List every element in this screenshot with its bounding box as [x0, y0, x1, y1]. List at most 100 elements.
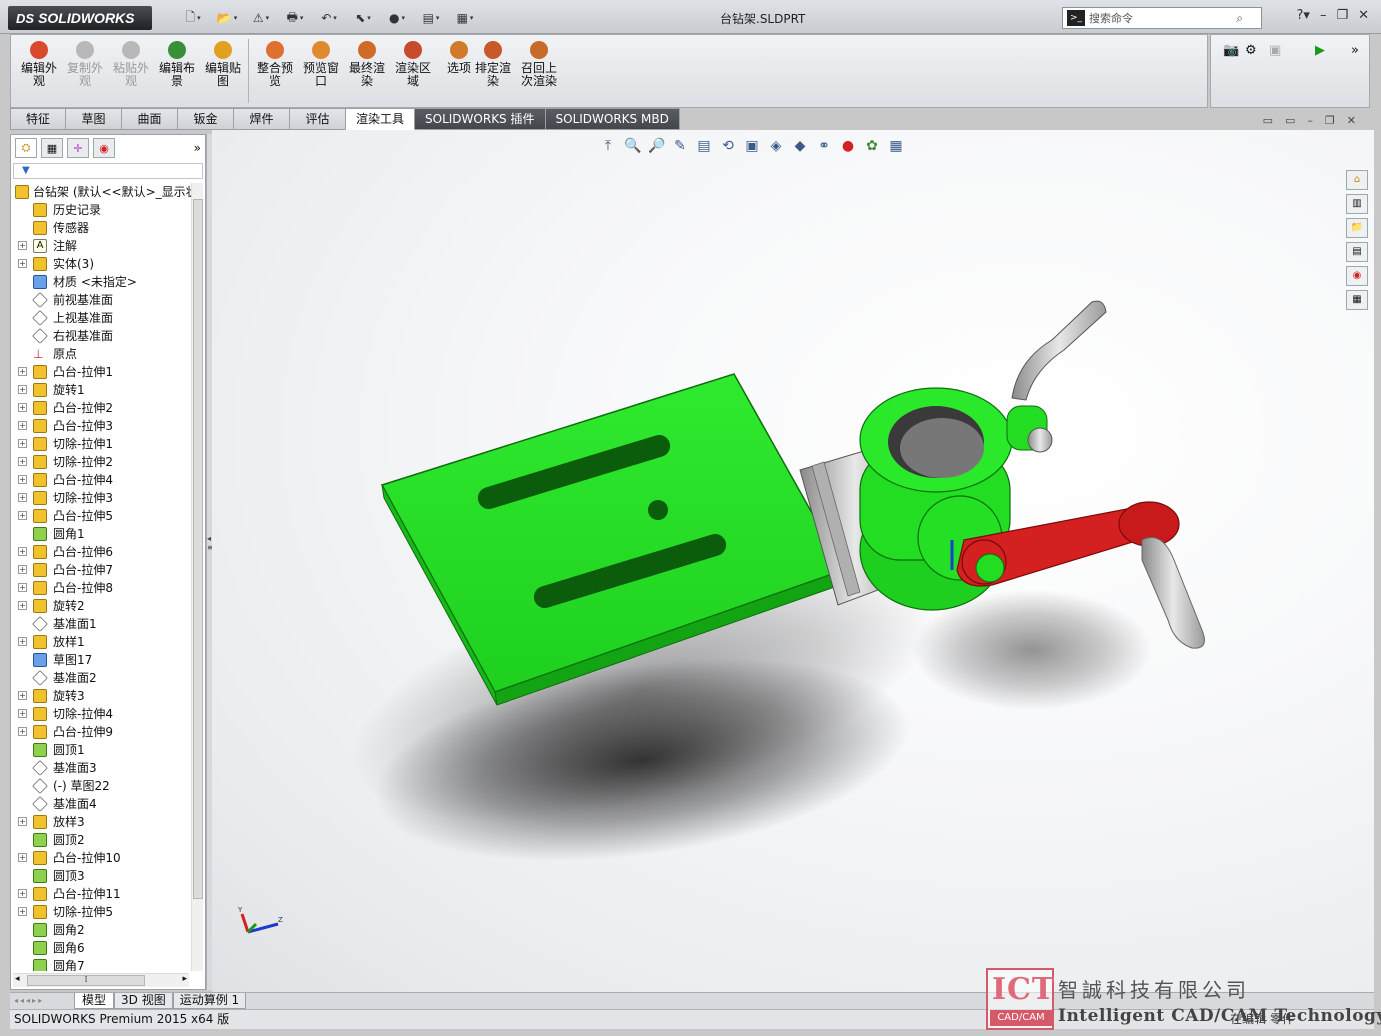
- expand-icon[interactable]: +: [18, 853, 27, 862]
- tree-node[interactable]: 圆顶3: [11, 867, 193, 885]
- chevron-down-icon[interactable]: ▾: [234, 14, 238, 22]
- property-manager-tab-icon[interactable]: ▦: [41, 138, 63, 158]
- viewport-close-icon[interactable]: ✕: [1347, 114, 1356, 127]
- viewport-split-icon[interactable]: ▭: [1263, 114, 1273, 127]
- tree-node[interactable]: 材质 <未指定>: [11, 273, 193, 291]
- tree-root-part[interactable]: 台钻架 (默认<<默认>_显示状: [11, 183, 193, 201]
- expand-icon[interactable]: +: [18, 475, 27, 484]
- camera-icon[interactable]: 📷: [1223, 43, 1239, 58]
- select-icon[interactable]: ⬉ ▾: [348, 8, 378, 28]
- help-icon[interactable]: ?▾: [1297, 8, 1310, 23]
- expand-panel-icon[interactable]: »: [1351, 43, 1359, 58]
- viewport-restore-icon[interactable]: ❐: [1325, 114, 1335, 127]
- tree-node[interactable]: + 切除-拉伸2: [11, 453, 193, 471]
- tree-node[interactable]: 基准面3: [11, 759, 193, 777]
- expand-icon[interactable]: +: [18, 637, 27, 646]
- tree-node[interactable]: + 旋转3: [11, 687, 193, 705]
- tree-node[interactable]: 上视基准面: [11, 309, 193, 327]
- tree-node[interactable]: + 凸台-拉伸11: [11, 885, 193, 903]
- file-properties-icon[interactable]: ▤ ▾: [416, 8, 446, 28]
- tree-node[interactable]: 历史记录: [11, 201, 193, 219]
- tree-node[interactable]: + 旋转2: [11, 597, 193, 615]
- edit-appearance-button[interactable]: 编辑外观: [17, 41, 61, 88]
- undo-icon[interactable]: ↶ ▾: [314, 8, 344, 28]
- render-queue-icon[interactable]: ▣: [1269, 43, 1281, 58]
- tree-node[interactable]: + 切除-拉伸5: [11, 903, 193, 921]
- tree-node[interactable]: 基准面4: [11, 795, 193, 813]
- tree-filter-input[interactable]: ▼: [13, 163, 203, 179]
- expand-icon[interactable]: +: [18, 511, 27, 520]
- tab-2[interactable]: 曲面: [122, 108, 178, 130]
- expand-icon[interactable]: +: [18, 493, 27, 502]
- display-manager-tab-icon[interactable]: ◉: [93, 138, 115, 158]
- scroll-right-icon[interactable]: ▸: [182, 974, 187, 984]
- tree-node[interactable]: + 凸台-拉伸1: [11, 363, 193, 381]
- expand-icon[interactable]: +: [18, 421, 27, 430]
- tree-node[interactable]: + 凸台-拉伸5: [11, 507, 193, 525]
- expand-icon[interactable]: +: [18, 241, 27, 250]
- tree-node[interactable]: + 切除-拉伸3: [11, 489, 193, 507]
- chevron-down-icon[interactable]: ▾: [197, 14, 201, 22]
- tab-navigation-arrows[interactable]: ◂◂◂▸▸: [10, 993, 74, 1009]
- panel-more-icon[interactable]: »: [194, 141, 201, 155]
- solidworks-logo[interactable]: DS SOLIDWORKS: [8, 6, 152, 30]
- expand-icon[interactable]: +: [18, 403, 27, 412]
- 3d-model-view[interactable]: [212, 130, 1374, 992]
- scroll-thumb[interactable]: [193, 199, 203, 899]
- edit-decal-button[interactable]: 编辑贴图: [201, 41, 245, 88]
- expand-icon[interactable]: +: [18, 889, 27, 898]
- chevron-down-icon[interactable]: ▾: [333, 14, 337, 22]
- tab-3[interactable]: 钣金: [178, 108, 234, 130]
- new-document-icon[interactable]: 🗋 ▾: [178, 8, 208, 28]
- tree-node[interactable]: 圆角1: [11, 525, 193, 543]
- scroll-thumb[interactable]: ⁞: [27, 975, 145, 986]
- options-icon[interactable]: ▦ ▾: [450, 8, 480, 28]
- viewport-split-2-icon[interactable]: ▭: [1285, 114, 1295, 127]
- expand-icon[interactable]: +: [18, 547, 27, 556]
- run-render-icon[interactable]: ▶: [1315, 43, 1325, 58]
- tree-node[interactable]: + 凸台-拉伸2: [11, 399, 193, 417]
- tree-node[interactable]: + 旋转1: [11, 381, 193, 399]
- tree-node[interactable]: + 凸台-拉伸7: [11, 561, 193, 579]
- tree-node[interactable]: + 凸台-拉伸4: [11, 471, 193, 489]
- tree-node[interactable]: + 实体(3): [11, 255, 193, 273]
- tree-node[interactable]: 圆角6: [11, 939, 193, 957]
- render-settings-icon[interactable]: ⚙: [1245, 43, 1257, 58]
- search-icon[interactable]: ⌕: [1236, 11, 1243, 26]
- tree-node[interactable]: 基准面2: [11, 669, 193, 687]
- tree-node[interactable]: ⊥ 原点: [11, 345, 193, 363]
- expand-icon[interactable]: +: [18, 727, 27, 736]
- copy-appearance-button[interactable]: 复制外观: [63, 41, 107, 88]
- expand-icon[interactable]: +: [18, 691, 27, 700]
- bottom-tab-0[interactable]: 模型: [74, 993, 114, 1009]
- tab-4[interactable]: 焊件: [234, 108, 290, 130]
- expand-icon[interactable]: +: [18, 907, 27, 916]
- graphics-area[interactable]: ▭ ▭ – ❐ ✕ ⤒ 🔍 🔎 ✎ ▤ ⟲ ▣ ◈ ◆ ⚭ ● ✿ ▦ ⌂ ▥ …: [212, 114, 1374, 992]
- recall-last-render-button[interactable]: 召回上次渲染: [517, 41, 561, 88]
- schedule-render-button[interactable]: 排定渲染: [471, 41, 515, 88]
- print-icon[interactable]: 🖶 ▾: [280, 8, 310, 28]
- tree-node[interactable]: + 切除-拉伸4: [11, 705, 193, 723]
- tab-7[interactable]: SOLIDWORKS 插件: [415, 108, 546, 130]
- open-folder-icon[interactable]: 📂 ▾: [212, 8, 242, 28]
- tree-node[interactable]: 草图17: [11, 651, 193, 669]
- chevron-down-icon[interactable]: ▾: [470, 14, 474, 22]
- integrated-preview-button[interactable]: 整合预览: [253, 41, 297, 88]
- final-render-button[interactable]: 最终渲染: [345, 41, 389, 88]
- chevron-down-icon[interactable]: ▾: [367, 14, 371, 22]
- tree-node[interactable]: 传感器: [11, 219, 193, 237]
- tree-node[interactable]: 圆角7: [11, 957, 193, 971]
- tree-vertical-scrollbar[interactable]: [191, 183, 203, 971]
- tree-node[interactable]: 圆顶2: [11, 831, 193, 849]
- expand-icon[interactable]: +: [18, 367, 27, 376]
- expand-icon[interactable]: +: [18, 601, 27, 610]
- tree-node[interactable]: 右视基准面: [11, 327, 193, 345]
- bottom-tab-2[interactable]: 运动算例 1: [172, 993, 247, 1009]
- tab-1[interactable]: 草图: [66, 108, 122, 130]
- scroll-left-icon[interactable]: ◂: [15, 974, 20, 984]
- tree-node[interactable]: (-) 草图22: [11, 777, 193, 795]
- expand-icon[interactable]: +: [18, 709, 27, 718]
- tab-5[interactable]: 评估: [290, 108, 346, 130]
- tab-8[interactable]: SOLIDWORKS MBD: [545, 108, 680, 130]
- expand-icon[interactable]: +: [18, 583, 27, 592]
